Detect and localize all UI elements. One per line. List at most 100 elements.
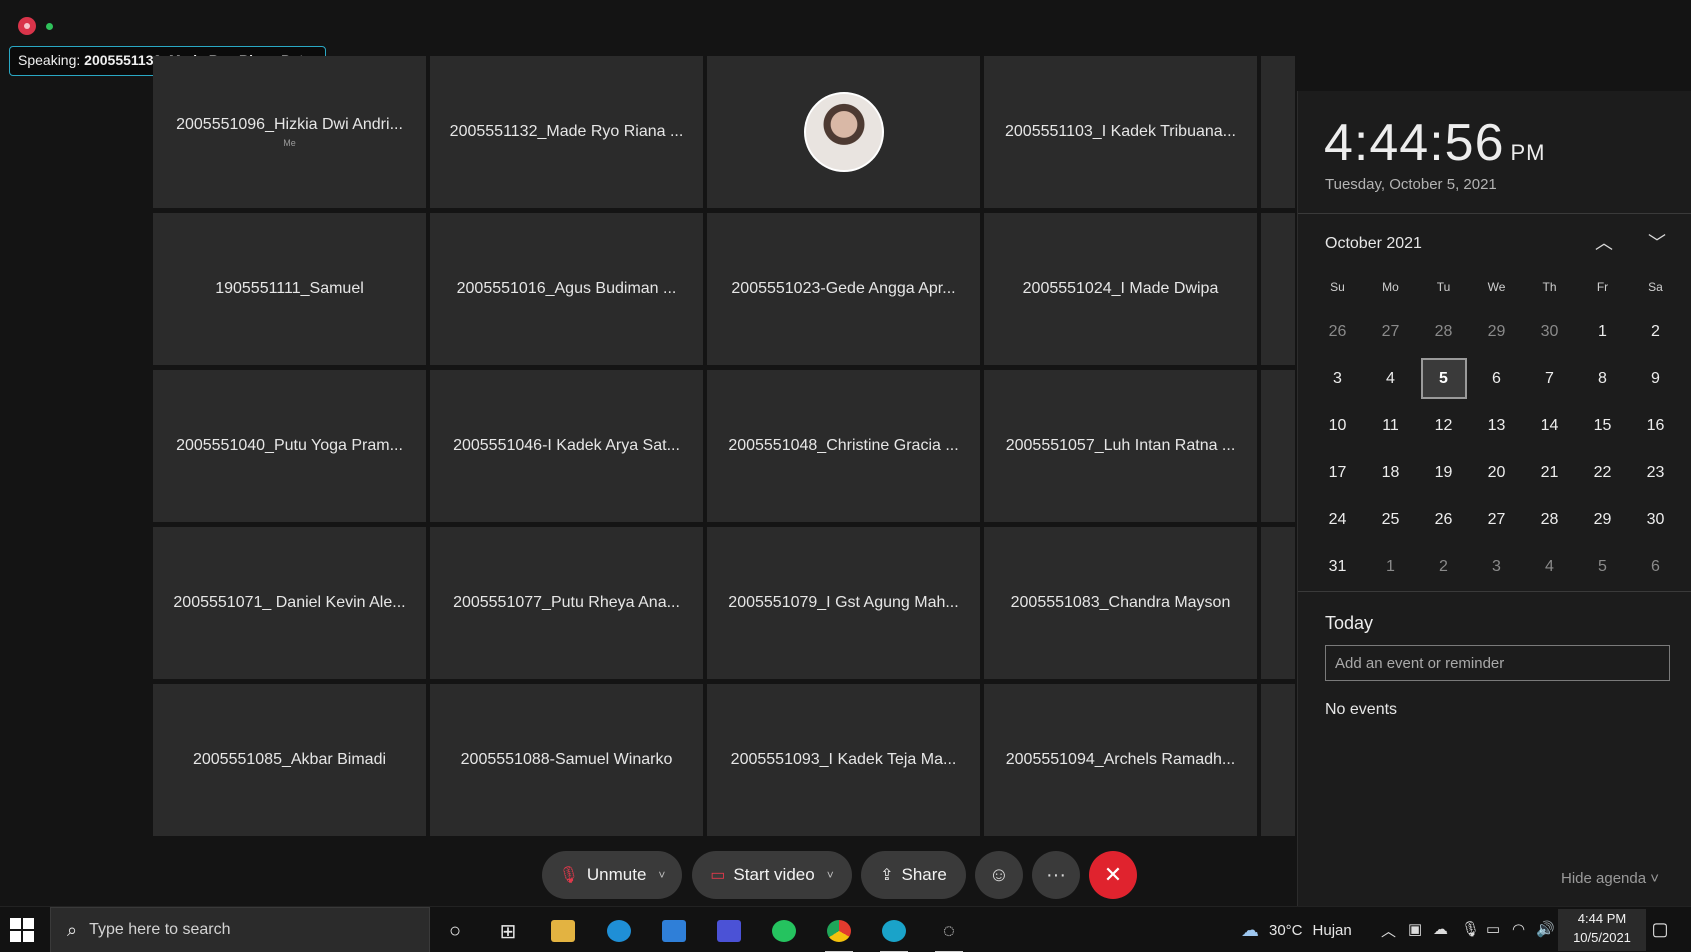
- calendar-day[interactable]: 10: [1311, 402, 1364, 449]
- app-icon[interactable]: ◌: [927, 914, 971, 952]
- next-month-icon[interactable]: ﹀: [1642, 229, 1672, 255]
- file-explorer-icon[interactable]: [541, 914, 585, 948]
- participant-tile[interactable]: 2005551024_I Made Dwipa: [984, 213, 1257, 365]
- calendar-day[interactable]: 17: [1311, 449, 1364, 496]
- participant-tile[interactable]: 2005551096_Hizkia Dwi Andri... Me: [153, 56, 426, 208]
- windows-start-icon[interactable]: [10, 918, 34, 942]
- mail-icon[interactable]: [652, 914, 696, 948]
- calendar-day[interactable]: 25: [1364, 496, 1417, 543]
- participant-tile[interactable]: 2: [1261, 527, 1295, 679]
- chevron-up-icon[interactable]: ︿: [1381, 920, 1396, 941]
- participant-tile[interactable]: 20: [1261, 370, 1295, 522]
- calendar-day[interactable]: 15: [1576, 402, 1629, 449]
- editor-app-icon[interactable]: [707, 914, 751, 948]
- wifi-icon[interactable]: ◠: [1512, 920, 1525, 938]
- notification-icon[interactable]: ▢: [1648, 919, 1672, 941]
- calendar-day[interactable]: 28: [1523, 496, 1576, 543]
- unmute-button[interactable]: 🎙 Unmute ˅: [542, 851, 682, 899]
- participant-tile[interactable]: 2005551083_Chandra Mayson: [984, 527, 1257, 679]
- participant-tile[interactable]: 2005551048_Christine Gracia ...: [707, 370, 980, 522]
- calendar-day[interactable]: 27: [1470, 496, 1523, 543]
- participant-tile[interactable]: 20: [1261, 56, 1295, 208]
- microphone-icon[interactable]: 🎙: [1461, 920, 1480, 938]
- calendar-day[interactable]: 24: [1311, 496, 1364, 543]
- participant-tile[interactable]: 2005551103_I Kadek Tribuana...: [984, 56, 1257, 208]
- calendar-day-today[interactable]: 5: [1417, 355, 1470, 402]
- taskbar-clock[interactable]: 4:44 PM 10/5/2021: [1558, 909, 1646, 951]
- participant-tile[interactable]: 2005551016_Agus Budiman ...: [430, 213, 703, 365]
- calendar-day[interactable]: 2: [1417, 543, 1470, 590]
- meet-now-icon[interactable]: ▣: [1408, 920, 1422, 938]
- calendar-day[interactable]: 22: [1576, 449, 1629, 496]
- taskbar-search[interactable]: ⌕ Type here to search: [50, 907, 430, 952]
- participant-tile[interactable]: 2: [1261, 684, 1295, 836]
- calendar-day[interactable]: 8: [1576, 355, 1629, 402]
- calendar-day[interactable]: 9: [1629, 355, 1682, 402]
- share-button[interactable]: ⇪ Share: [861, 851, 966, 899]
- calendar-day[interactable]: 5: [1576, 543, 1629, 590]
- cortana-icon[interactable]: ○: [433, 914, 477, 948]
- calendar-day[interactable]: 18: [1364, 449, 1417, 496]
- calendar-day[interactable]: 1: [1576, 308, 1629, 355]
- calendar-day[interactable]: 14: [1523, 402, 1576, 449]
- previous-month-icon[interactable]: ︿: [1589, 229, 1619, 255]
- calendar-day[interactable]: 3: [1311, 355, 1364, 402]
- start-video-button[interactable]: ▭ Start video ˅: [692, 851, 852, 899]
- hide-agenda-button[interactable]: Hide agenda ˅: [1561, 870, 1659, 887]
- participant-tile[interactable]: 2005551094_Archels Ramadh...: [984, 684, 1257, 836]
- month-label[interactable]: October 2021: [1325, 235, 1422, 253]
- calendar-day[interactable]: 26: [1311, 308, 1364, 355]
- calendar-day[interactable]: 1: [1364, 543, 1417, 590]
- end-call-button[interactable]: ✕: [1089, 851, 1137, 899]
- chrome-icon[interactable]: [817, 914, 861, 952]
- flyout-date[interactable]: Tuesday, October 5, 2021: [1325, 176, 1497, 193]
- webex-icon[interactable]: [872, 914, 916, 952]
- chevron-down-icon[interactable]: ˅: [827, 868, 834, 882]
- calendar-day[interactable]: 4: [1364, 355, 1417, 402]
- more-options-button[interactable]: ···: [1032, 851, 1080, 899]
- calendar-day[interactable]: 27: [1364, 308, 1417, 355]
- calendar-day[interactable]: 28: [1417, 308, 1470, 355]
- calendar-day[interactable]: 7: [1523, 355, 1576, 402]
- participant-tile[interactable]: 2005551093_I Kadek Teja Ma...: [707, 684, 980, 836]
- participant-tile[interactable]: 2005551046-I Kadek Arya Sat...: [430, 370, 703, 522]
- participant-tile[interactable]: 2005551132_Made Ryo Riana ...: [430, 56, 703, 208]
- volume-icon[interactable]: 🔊: [1536, 920, 1555, 938]
- participant-tile[interactable]: 2005551077_Putu Rheya Ana...: [430, 527, 703, 679]
- participant-tile[interactable]: 2005551085_Akbar Bimadi: [153, 684, 426, 836]
- calendar-day[interactable]: 6: [1470, 355, 1523, 402]
- whatsapp-icon[interactable]: [762, 914, 806, 948]
- participant-tile[interactable]: 2005551088-Samuel Winarko: [430, 684, 703, 836]
- add-event-input[interactable]: [1325, 645, 1670, 681]
- participant-tile[interactable]: 2005551023-Gede Angga Apr...: [707, 213, 980, 365]
- calendar-day[interactable]: 21: [1523, 449, 1576, 496]
- edge-browser-icon[interactable]: [597, 914, 641, 948]
- calendar-day[interactable]: 3: [1470, 543, 1523, 590]
- calendar-day[interactable]: 16: [1629, 402, 1682, 449]
- participant-tile[interactable]: 20: [1261, 213, 1295, 365]
- calendar-day[interactable]: 30: [1629, 496, 1682, 543]
- calendar-day[interactable]: 12: [1417, 402, 1470, 449]
- weather-widget[interactable]: ☁ 30°C Hujan: [1241, 907, 1352, 952]
- calendar-day[interactable]: 26: [1417, 496, 1470, 543]
- participant-tile[interactable]: 1905551111_Samuel: [153, 213, 426, 365]
- onedrive-icon[interactable]: ☁: [1433, 920, 1448, 938]
- calendar-day[interactable]: 20: [1470, 449, 1523, 496]
- calendar-day[interactable]: 4: [1523, 543, 1576, 590]
- battery-icon[interactable]: ▭: [1486, 920, 1500, 938]
- calendar-day[interactable]: 29: [1576, 496, 1629, 543]
- calendar-day[interactable]: 6: [1629, 543, 1682, 590]
- calendar-day[interactable]: 23: [1629, 449, 1682, 496]
- participant-tile[interactable]: [707, 56, 980, 208]
- chevron-down-icon[interactable]: ˅: [658, 868, 665, 882]
- calendar-day[interactable]: 30: [1523, 308, 1576, 355]
- participant-tile[interactable]: 2005551071_ Daniel Kevin Ale...: [153, 527, 426, 679]
- calendar-day[interactable]: 13: [1470, 402, 1523, 449]
- calendar-day[interactable]: 2: [1629, 308, 1682, 355]
- task-view-icon[interactable]: ⊞: [486, 914, 530, 948]
- reactions-button[interactable]: ☺: [975, 851, 1023, 899]
- calendar-day[interactable]: 29: [1470, 308, 1523, 355]
- calendar-day[interactable]: 31: [1311, 543, 1364, 590]
- participant-tile[interactable]: 2005551079_I Gst Agung Mah...: [707, 527, 980, 679]
- participant-tile[interactable]: 2005551040_Putu Yoga Pram...: [153, 370, 426, 522]
